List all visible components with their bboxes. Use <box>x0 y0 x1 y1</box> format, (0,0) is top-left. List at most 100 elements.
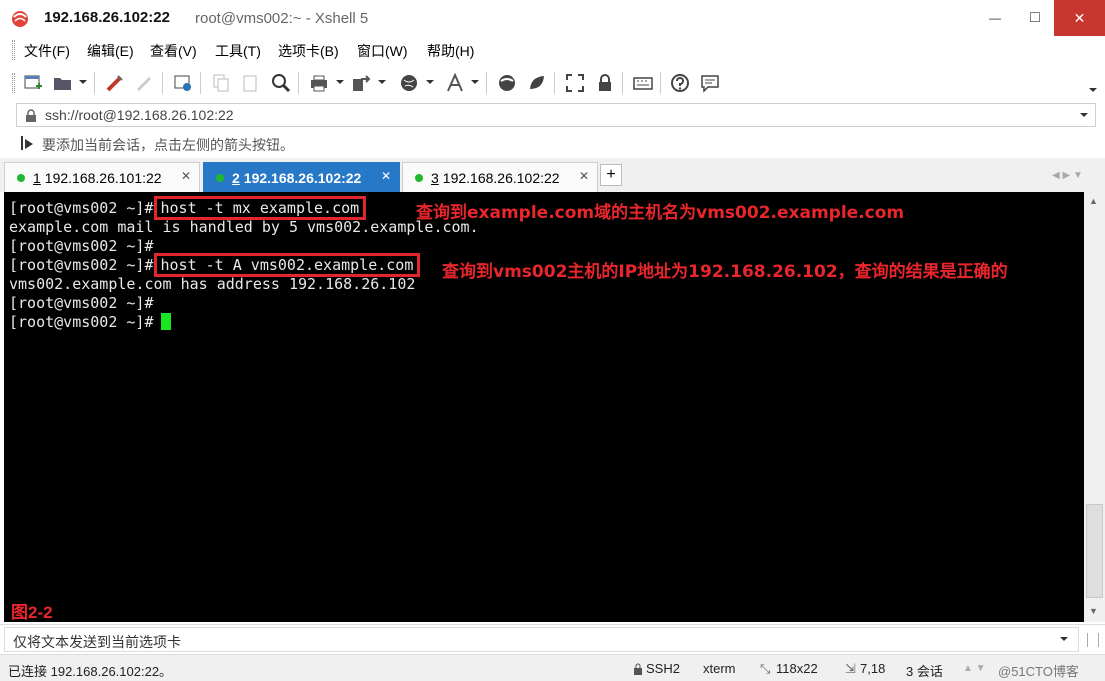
scroll-up-icon[interactable]: ▲ <box>1089 196 1098 206</box>
properties-icon <box>174 75 191 91</box>
address-text: ssh://root@192.168.26.102:22 <box>45 107 234 123</box>
connect-button[interactable] <box>104 72 126 94</box>
resize-icon: ⤡ <box>760 661 771 676</box>
send-text-input[interactable]: 仅将文本发送到当前选项卡 <box>4 627 1079 652</box>
tab-close-icon[interactable]: ✕ <box>181 169 191 183</box>
highlighted-command: host -t mx example.com <box>153 196 367 220</box>
send-options-icon[interactable] <box>1087 633 1099 647</box>
scrollbar-thumb[interactable] <box>1086 504 1103 598</box>
fullscreen-icon <box>566 74 584 92</box>
menu-view[interactable]: 查看(V) <box>150 41 197 61</box>
toolbar-overflow-icon[interactable] <box>1089 88 1097 92</box>
chat-button[interactable] <box>699 72 721 94</box>
toolbar-separator <box>94 72 95 94</box>
globe-dropdown-icon[interactable] <box>426 80 434 84</box>
window-title-host: 192.168.26.102:22 <box>44 9 170 26</box>
print-icon <box>311 75 327 92</box>
tab-close-icon[interactable]: ✕ <box>381 169 391 183</box>
toolbar-separator <box>660 72 661 94</box>
status-arrows-icon[interactable]: ▲ ▼ <box>963 663 986 674</box>
copy-icon <box>213 74 229 92</box>
title-bar: 192.168.26.102:22 root@vms002:~ - Xshell… <box>0 0 1105 36</box>
terminal-line: [root@vms002 ~]# <box>9 313 154 331</box>
terminal-size-status: 118x22 <box>776 661 818 676</box>
terminal-line: [root@vms002 ~]# <box>9 237 154 255</box>
terminal-type-status: xterm <box>703 661 736 676</box>
watermark: @51CTO博客 <box>998 664 1079 679</box>
terminal-line: example.com mail is handled by 5 vms002.… <box>9 218 479 236</box>
prompt: [root@vms002 ~]# <box>9 199 154 217</box>
globe-button[interactable] <box>398 72 420 94</box>
disconnect-button[interactable] <box>134 72 156 94</box>
annotation-1: 查询到example.com域的主机名为vms002.example.com <box>416 203 905 223</box>
find-button[interactable] <box>270 72 292 94</box>
font-icon <box>447 73 463 92</box>
protocol-status: SSH2 <box>646 661 680 676</box>
toolbar-grip <box>12 73 15 93</box>
tab-label: 192.168.26.101:22 <box>44 169 162 186</box>
menu-tabs[interactable]: 选项卡(B) <box>278 41 339 61</box>
transfer-button[interactable] <box>350 72 372 94</box>
keyboard-button[interactable] <box>632 72 654 94</box>
globe-icon <box>401 75 417 91</box>
properties-button[interactable] <box>172 72 194 94</box>
paste-button[interactable] <box>240 72 262 94</box>
terminal-line: [root@vms002 ~]# host -t A vms002.example… <box>9 253 421 277</box>
transfer-icon <box>353 75 371 91</box>
tab-session-2[interactable]: 2 192.168.26.102:22 ✕ <box>203 162 400 192</box>
connected-status-dot <box>415 173 423 182</box>
address-field[interactable]: ssh://root@192.168.26.102:22 <box>16 103 1096 127</box>
help-button[interactable] <box>669 72 691 94</box>
fullscreen-button[interactable] <box>564 72 586 94</box>
address-dropdown-icon[interactable] <box>1080 113 1088 117</box>
terminal-line: vms002.example.com has address 192.168.2… <box>9 275 416 293</box>
menu-bar: 文件(F) 编辑(E) 查看(V) 工具(T) 选项卡(B) 窗口(W) 帮助(… <box>0 36 1105 64</box>
toolbar-separator <box>554 72 555 94</box>
close-icon: ✕ <box>1073 9 1086 26</box>
xmanager-icon <box>530 76 544 89</box>
sessions-count-status: 3 会话 <box>906 664 943 679</box>
tab-number: 2 <box>232 169 240 186</box>
copy-button[interactable] <box>210 72 232 94</box>
lock-icon <box>634 663 642 675</box>
xftp-button[interactable] <box>496 72 518 94</box>
lock-button[interactable] <box>594 72 616 94</box>
menu-window[interactable]: 窗口(W) <box>357 41 408 61</box>
open-session-button[interactable] <box>52 72 74 94</box>
send-dropdown-icon[interactable] <box>1060 637 1068 641</box>
terminal[interactable]: [root@vms002 ~]# host -t mx example.com e… <box>4 192 1084 622</box>
send-placeholder: 仅将文本发送到当前选项卡 <box>13 634 181 650</box>
print-dropdown-icon[interactable] <box>336 80 344 84</box>
new-tab-button[interactable]: + <box>600 164 622 186</box>
session-hint-bar: 要添加当前会话，点击左侧的箭头按钮。 <box>0 128 1105 158</box>
maximize-button[interactable]: □ <box>1012 0 1058 36</box>
chat-icon <box>701 75 719 93</box>
terminal-line: [root@vms002 ~]# <box>9 294 154 312</box>
xshell-logo-icon <box>12 11 28 27</box>
toolbar-separator <box>622 72 623 94</box>
menu-help[interactable]: 帮助(H) <box>427 41 474 61</box>
print-button[interactable] <box>308 72 330 94</box>
tab-session-3[interactable]: 3 192.168.26.102:22 ✕ <box>402 162 598 192</box>
transfer-dropdown-icon[interactable] <box>378 80 386 84</box>
open-dropdown-icon[interactable] <box>79 80 87 84</box>
font-button[interactable] <box>444 72 466 94</box>
compose-bar: 仅将文本发送到当前选项卡 <box>0 624 1105 654</box>
toolbar <box>0 64 1105 102</box>
menu-edit[interactable]: 编辑(E) <box>87 41 134 61</box>
keyboard-icon <box>633 77 653 90</box>
close-button[interactable]: ✕ <box>1054 0 1105 36</box>
add-session-arrow-icon[interactable] <box>20 135 36 151</box>
menu-tools[interactable]: 工具(T) <box>215 41 261 61</box>
menu-file[interactable]: 文件(F) <box>24 41 70 61</box>
new-session-button[interactable] <box>22 72 44 94</box>
font-dropdown-icon[interactable] <box>471 80 479 84</box>
status-bar: 已连接 192.168.26.102:22。 SSH2 xterm ⤡ 118x… <box>0 654 1105 681</box>
tab-session-1[interactable]: 1 192.168.26.101:22 ✕ <box>4 162 200 192</box>
terminal-scrollbar[interactable]: ▲ ▼ <box>1084 192 1105 622</box>
terminal-cursor <box>161 313 171 330</box>
xmanager-button[interactable] <box>526 72 548 94</box>
scroll-down-icon[interactable]: ▼ <box>1089 606 1098 616</box>
tab-close-icon[interactable]: ✕ <box>579 169 589 183</box>
tab-scroll-arrows-icon[interactable]: ◀ ▶ ▼ <box>1052 170 1083 181</box>
